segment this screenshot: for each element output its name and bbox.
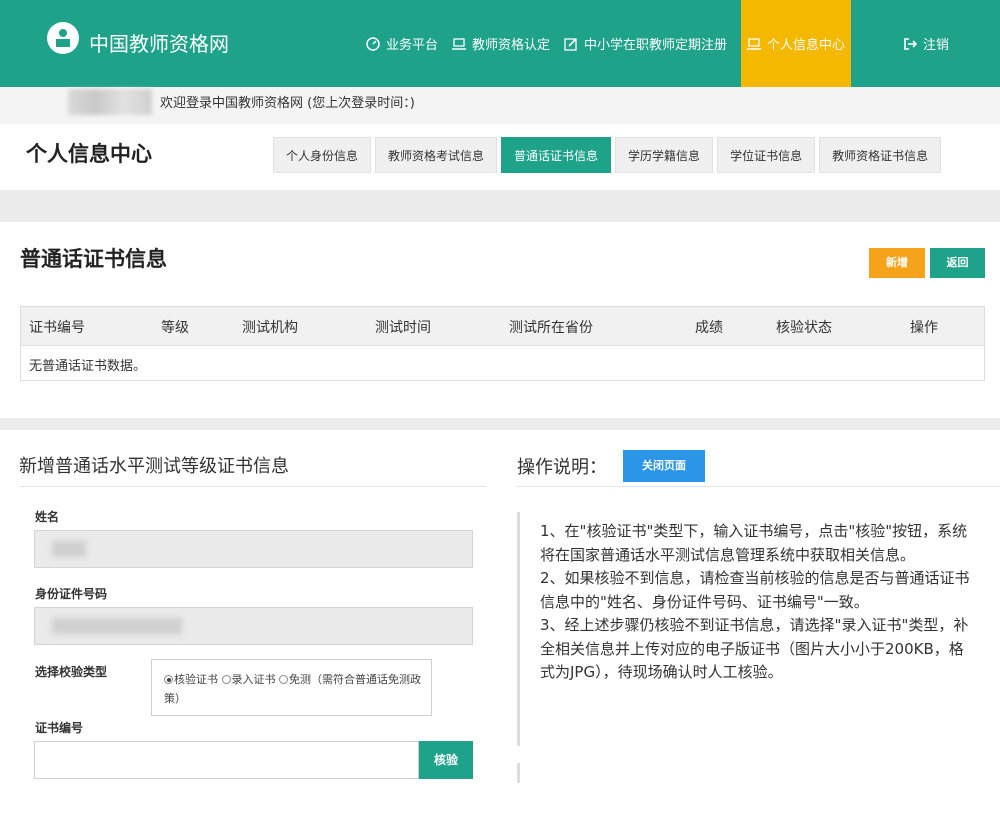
logout-label: 注销 <box>923 38 950 53</box>
radio-enter-cert[interactable]: 录入证书 <box>221 673 276 686</box>
instruction-item: 3、经上述步骤仍核验不到证书信息，请选择"录入证书"类型，补全相关信息并上传对应… <box>540 616 969 681</box>
tab-qualification-cert[interactable]: 教师资格证书信息 <box>819 137 942 173</box>
nav-label: 业务平台 <box>386 38 439 53</box>
back-button[interactable]: 返回 <box>930 248 985 278</box>
name-label: 姓名 <box>35 510 60 524</box>
info-tabs: 个人身份信息 教师资格考试信息 普通话证书信息 学历学籍信息 学位证书信息 教师… <box>273 137 945 173</box>
main-nav: 业务平台 教师资格认定 中小学在职教师定期注册 个人信息中心 <box>366 0 857 87</box>
radio-icon <box>221 675 231 684</box>
column-header: 测试时间 <box>375 320 431 336</box>
tab-mandarin[interactable]: 普通话证书信息 <box>501 137 612 173</box>
cert-section-title: 普通话证书信息 <box>20 247 167 271</box>
dashboard-icon <box>366 36 380 51</box>
page-title: 个人信息中心 <box>26 142 152 166</box>
quote-bar <box>517 763 520 783</box>
column-header: 操作 <box>910 320 938 336</box>
id-number-value-redacted <box>52 618 182 634</box>
tab-degree[interactable]: 学位证书信息 <box>717 137 816 173</box>
instruction-item: 2、如果核验不到信息，请检查当前核验的信息是否与普通话证书信息中的"姓名、身份证… <box>540 569 970 611</box>
instructions-list: 1、在"核验证书"类型下，输入证书编号，点击"核验"按钮，系统将在国家普通话水平… <box>540 520 970 685</box>
nav-label: 中小学在职教师定期注册 <box>584 38 728 53</box>
column-header: 等级 <box>161 320 189 336</box>
quote-bar <box>517 512 520 746</box>
nav-label: 教师资格认定 <box>472 38 551 53</box>
site-title[interactable]: 中国教师资格网 <box>89 28 229 57</box>
nav-item-periodic-registration[interactable]: 中小学在职教师定期注册 <box>564 0 727 87</box>
table-header: 证书编号 等级 测试机构 测试时间 测试所在省份 成绩 核验状态 操作 <box>21 307 984 345</box>
close-page-button[interactable]: 关闭页面 <box>623 450 705 482</box>
radio-checked-icon <box>164 675 173 684</box>
form-title: 新增普通话水平测试等级证书信息 <box>19 456 289 477</box>
logout-icon <box>904 37 917 50</box>
instruction-item: 1、在"核验证书"类型下，输入证书编号，点击"核验"按钮，系统将在国家普通话水平… <box>540 522 968 564</box>
column-header: 核验状态 <box>776 320 832 336</box>
laptop-icon <box>747 37 762 50</box>
edit-icon <box>564 37 577 51</box>
name-field <box>34 530 473 568</box>
column-header: 成绩 <box>695 320 723 336</box>
cert-table: 证书编号 等级 测试机构 测试时间 测试所在省份 成绩 核验状态 操作 无普通话… <box>20 306 985 381</box>
add-button[interactable]: 新增 <box>869 248 925 278</box>
column-header: 测试所在省份 <box>509 320 593 336</box>
name-value-redacted <box>52 541 86 557</box>
logout-link[interactable]: 注销 <box>903 0 949 87</box>
radio-label: 录入证书 <box>231 673 276 686</box>
radio-verify-cert[interactable]: 核验证书 <box>164 673 218 686</box>
divider <box>516 486 1000 487</box>
column-header: 证书编号 <box>29 320 85 336</box>
nav-item-personal-center[interactable]: 个人信息中心 <box>741 0 852 87</box>
table-empty-row: 无普通话证书数据。 <box>21 345 984 380</box>
tab-exam[interactable]: 教师资格考试信息 <box>375 137 498 173</box>
avatar <box>68 89 152 115</box>
cert-number-input[interactable] <box>34 741 419 779</box>
verify-type-label: 选择校验类型 <box>35 665 108 679</box>
instructions-title: 操作说明： <box>517 457 607 478</box>
laptop-icon <box>452 37 467 50</box>
tab-education[interactable]: 学历学籍信息 <box>615 137 714 173</box>
radio-icon <box>279 675 288 684</box>
tab-identity[interactable]: 个人身份信息 <box>273 137 372 173</box>
id-number-label: 身份证件号码 <box>35 587 108 601</box>
nav-label: 个人信息中心 <box>767 38 846 53</box>
welcome-text: 欢迎登录中国教师资格网 (您上次登录时间：) <box>160 96 415 111</box>
site-logo-icon[interactable] <box>47 22 79 54</box>
verify-button[interactable]: 核验 <box>419 741 473 779</box>
verify-type-radio-group: 核验证书 录入证书 免测（需符合普通话免测政策） <box>151 659 432 716</box>
radio-label: 核验证书 <box>174 673 218 686</box>
column-header: 测试机构 <box>242 320 298 336</box>
nav-item-teacher-qualification[interactable]: 教师资格认定 <box>452 0 550 87</box>
divider <box>19 486 486 487</box>
cert-number-label: 证书编号 <box>35 721 84 735</box>
nav-item-business-platform[interactable]: 业务平台 <box>366 0 438 87</box>
